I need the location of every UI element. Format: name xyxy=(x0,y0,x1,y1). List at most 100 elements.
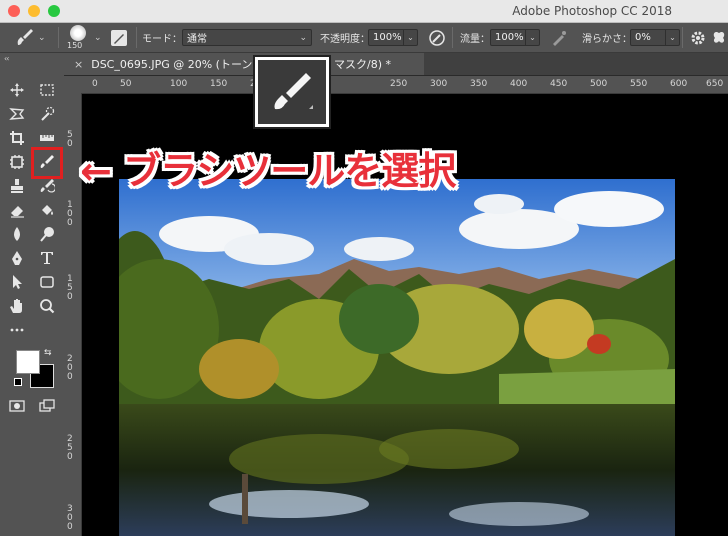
brush-tool-highlight xyxy=(31,147,63,179)
clone-stamp-tool[interactable] xyxy=(6,176,28,196)
ruler-tick-label: 250 xyxy=(390,79,408,89)
close-window-button[interactable] xyxy=(8,5,20,17)
flow-dropdown[interactable]: ⌄ xyxy=(526,29,540,46)
pressure-icon xyxy=(429,29,445,46)
eraser-icon xyxy=(11,206,24,218)
flow-value: 100% xyxy=(495,32,524,43)
color-swatch-icon[interactable]: ⇆ xyxy=(14,348,58,392)
pen-tool[interactable] xyxy=(6,248,28,268)
swap-colors-icon[interactable]: ⇆ xyxy=(44,348,52,358)
brush-settings-icon xyxy=(111,29,127,46)
eraser-tool[interactable] xyxy=(6,200,28,220)
butterfly-icon xyxy=(713,31,725,43)
text-icon xyxy=(41,252,53,264)
mode-select[interactable]: 通常 ⌄ xyxy=(182,29,312,46)
tool-preset-picker[interactable]: ⌄ xyxy=(14,23,46,52)
brush-size-picker[interactable]: 150 ⌄ xyxy=(66,23,102,52)
crop-tool[interactable] xyxy=(6,128,28,148)
app-title: Adobe Photoshop CC 2018 xyxy=(512,4,672,18)
smoothing-label: 滑らかさ： xyxy=(582,34,632,45)
crop-icon xyxy=(10,131,24,145)
ruler-tick-label: 500 xyxy=(590,79,608,89)
smoothing-options-button[interactable] xyxy=(690,23,706,52)
mode-value: 通常 xyxy=(187,34,207,45)
shape-tool[interactable] xyxy=(36,272,58,292)
foreground-color-swatch[interactable] xyxy=(16,350,40,374)
move-icon xyxy=(10,83,24,97)
quick-mask-button[interactable] xyxy=(6,396,28,416)
options-bar: ⌄ 150 ⌄ モード： 通常 ⌄ 不透明度： 100% ⌄ 流量： 100% … xyxy=(0,23,728,53)
bucket-icon xyxy=(42,205,53,215)
ruler-tick-label: 550 xyxy=(630,79,648,89)
stamp-icon xyxy=(11,179,23,193)
annotation-text: ← ブラシツールを選択 xyxy=(80,149,456,193)
pressure-opacity-button[interactable] xyxy=(428,23,446,52)
opacity-label: 不透明度： xyxy=(320,34,370,45)
frame-tool[interactable] xyxy=(6,152,28,172)
mode-label: モード： xyxy=(142,34,182,45)
blur-tool[interactable] xyxy=(6,224,28,244)
zoom-tool[interactable] xyxy=(36,296,58,316)
brush-panel-toggle[interactable] xyxy=(110,23,128,52)
brush-callout-icon xyxy=(255,57,329,127)
ruler-tick-label: 300 xyxy=(430,79,448,89)
lasso-tool[interactable] xyxy=(6,104,28,124)
ruler-tick-label: 400 xyxy=(510,79,528,89)
path-selection-tool[interactable] xyxy=(6,272,28,292)
flow-label: 流量： xyxy=(460,34,490,45)
ruler-tick-label: 600 xyxy=(670,79,688,89)
ruler-tick-label: 50 xyxy=(120,79,132,89)
opacity-value: 100% xyxy=(373,32,402,43)
type-tool[interactable] xyxy=(36,248,58,268)
quick-mask-icon xyxy=(9,400,25,412)
blur-icon xyxy=(14,227,20,241)
brush-icon xyxy=(17,28,33,45)
ruler-tick-label: 100 xyxy=(170,79,188,89)
ruler-tool[interactable] xyxy=(36,128,58,148)
title-bar: Adobe Photoshop CC 2018 xyxy=(0,0,728,23)
flow-input[interactable]: 100% xyxy=(490,29,526,46)
brush-icon xyxy=(274,73,313,110)
symmetry-button[interactable] xyxy=(712,23,726,52)
smoothing-input[interactable]: 0% xyxy=(630,29,666,46)
smoothing-value: 0% xyxy=(635,32,651,43)
zoom-window-button[interactable] xyxy=(48,5,60,17)
ruler-tick-label: 450 xyxy=(550,79,568,89)
opacity-input[interactable]: 100% xyxy=(368,29,404,46)
ruler-tick-label: 350 xyxy=(470,79,488,89)
default-colors-icon[interactable] xyxy=(14,378,22,386)
close-tab-icon[interactable]: × xyxy=(74,58,83,71)
screen-mode-icon xyxy=(39,399,55,412)
brush-tip-preview xyxy=(70,25,86,41)
path-select-icon xyxy=(13,275,22,289)
ruler-tick-label: 150 xyxy=(67,274,73,302)
collapse-panel-icon[interactable]: ‹‹ xyxy=(4,54,10,63)
edit-toolbar-button[interactable] xyxy=(6,320,28,340)
dodge-tool[interactable] xyxy=(36,224,58,244)
hand-icon xyxy=(10,299,22,313)
screen-mode-button[interactable] xyxy=(36,396,58,416)
document-tab-title: DSC_0695.JPG @ 20% (トーン xyxy=(91,58,253,71)
frame-icon xyxy=(10,155,24,169)
smoothing-dropdown[interactable]: ⌄ xyxy=(666,29,680,46)
ruler-tick-label: 200 xyxy=(67,354,73,382)
horizontal-ruler[interactable]: 0 50 100 150 200 250 300 350 400 450 500… xyxy=(64,76,728,94)
document-tab[interactable]: × DSC_0695.JPG @ 20% (トーン マスク/8) * xyxy=(64,53,424,75)
move-tool[interactable] xyxy=(6,80,28,100)
ruler-tick-label: 650 xyxy=(706,79,724,89)
shape-icon xyxy=(40,276,54,288)
history-brush-tool[interactable] xyxy=(36,176,58,196)
pen-icon xyxy=(12,251,22,265)
paint-bucket-tool[interactable] xyxy=(36,200,58,220)
tools-panel: ‹‹ xyxy=(0,53,65,536)
photo-image xyxy=(119,179,675,536)
minimize-window-button[interactable] xyxy=(28,5,40,17)
hand-tool[interactable] xyxy=(6,296,28,316)
opacity-dropdown[interactable]: ⌄ xyxy=(404,29,418,46)
marquee-tool[interactable] xyxy=(36,80,58,100)
ruler-icon xyxy=(40,135,54,141)
quick-selection-tool[interactable] xyxy=(36,104,58,124)
airbrush-button[interactable] xyxy=(550,23,568,52)
ruler-tick-label: 50 xyxy=(67,130,73,149)
quick-select-icon xyxy=(41,106,55,121)
